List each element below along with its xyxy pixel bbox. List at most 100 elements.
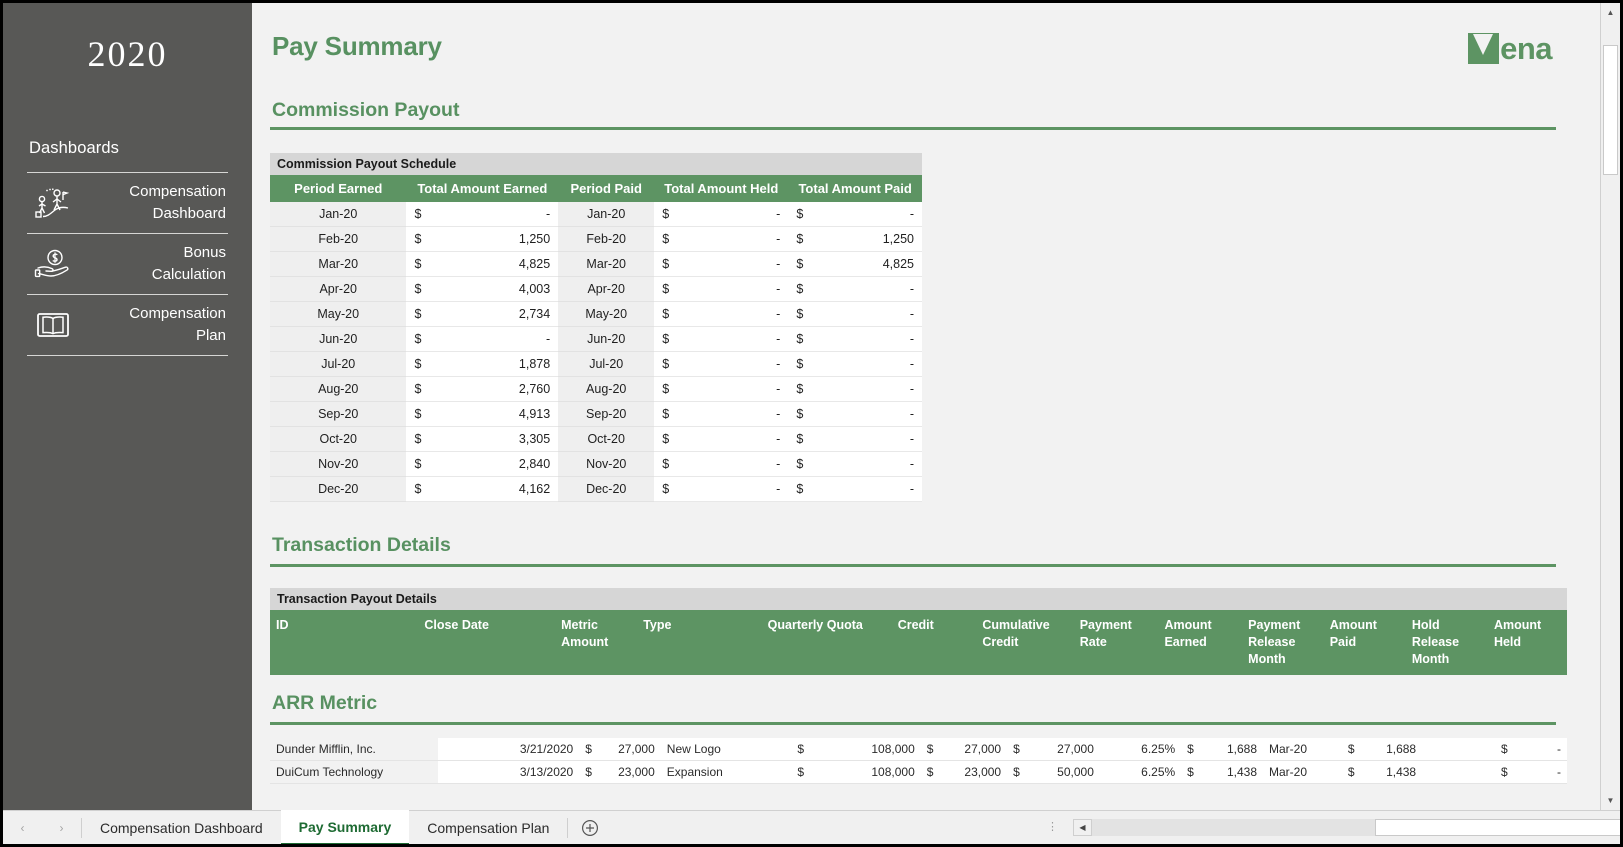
cell-metric-amount[interactable]: $23,000 <box>579 760 661 784</box>
cell-total-amount-paid[interactable]: $ - <box>788 476 922 502</box>
cell-total-amount-earned[interactable]: $ - <box>406 202 559 227</box>
next-sheet-icon[interactable]: › <box>60 821 64 835</box>
cell-period-paid[interactable]: Nov-20 <box>558 451 655 477</box>
vertical-scrollbar-thumb[interactable] <box>1603 45 1618 175</box>
cell-payment-release-month[interactable]: Mar-20 <box>1263 760 1342 784</box>
cell-total-amount-earned[interactable]: $4,003 <box>406 276 559 302</box>
cell-total-amount-earned[interactable]: $2,840 <box>406 451 559 477</box>
cell-period-earned[interactable]: Feb-20 <box>270 226 407 252</box>
cell-cumulative-credit[interactable]: $27,000 <box>1007 738 1100 761</box>
cell-total-amount-paid[interactable]: $ - <box>788 326 922 352</box>
table-row[interactable]: Jan-20 $ - Jan-20 $ - $ - <box>270 202 922 227</box>
col-payment-release-month[interactable]: Payment Release Month <box>1242 610 1324 675</box>
cell-total-amount-earned[interactable]: $1,250 <box>406 226 559 252</box>
table-row[interactable]: Jun-20 $ - Jun-20 $ - $ - <box>270 326 922 352</box>
cell-total-amount-earned[interactable]: $ - <box>406 326 559 352</box>
col-payment-rate[interactable]: Payment Rate <box>1073 610 1159 675</box>
col-close-date[interactable]: Close Date <box>418 610 556 675</box>
cell-total-amount-held[interactable]: $ - <box>654 426 789 452</box>
cell-total-amount-held[interactable]: $ - <box>654 226 789 252</box>
cell-amount-earned[interactable]: $1,438 <box>1181 760 1263 784</box>
worksheet-area[interactable]: Pay Summary ena Commission Payout Commis… <box>252 3 1589 810</box>
cell-period-paid[interactable]: Oct-20 <box>558 426 655 452</box>
table-row[interactable]: Apr-20 $4,003 Apr-20 $ - $ - <box>270 276 922 302</box>
cell-credit[interactable]: $23,000 <box>920 760 1008 784</box>
cell-total-amount-earned[interactable]: $4,825 <box>406 251 559 277</box>
col-period-paid[interactable]: Period Paid <box>558 175 655 202</box>
cell-period-earned[interactable]: Jul-20 <box>270 351 407 377</box>
cell-total-amount-earned[interactable]: $4,162 <box>406 476 559 502</box>
prev-sheet-icon[interactable]: ‹ <box>21 821 25 835</box>
cell-period-earned[interactable]: Jan-20 <box>270 202 407 227</box>
table-row[interactable]: Sep-20 $4,913 Sep-20 $ - $ - <box>270 401 922 427</box>
cell-period-earned[interactable]: Mar-20 <box>270 251 407 277</box>
cell-period-paid[interactable]: Aug-20 <box>558 376 655 402</box>
cell-amount-held[interactable]: $ - <box>1495 738 1567 761</box>
vertical-scrollbar[interactable]: ▲ ▼ <box>1600 3 1620 810</box>
cell-payment-release-month[interactable]: Mar-20 <box>1263 738 1342 761</box>
cell-total-amount-paid[interactable]: $ - <box>788 351 922 377</box>
add-sheet-button[interactable] <box>568 819 612 837</box>
table-row[interactable]: Dec-20 $4,162 Dec-20 $ - $ - <box>270 476 922 502</box>
table-row[interactable]: Oct-20 $3,305 Oct-20 $ - $ - <box>270 426 922 452</box>
cell-total-amount-held[interactable]: $ - <box>654 376 789 402</box>
cell-period-earned[interactable]: Oct-20 <box>270 426 407 452</box>
col-total-amount-paid[interactable]: Total Amount Paid <box>788 175 922 202</box>
cell-total-amount-paid[interactable]: $ - <box>788 276 922 302</box>
cell-total-amount-held[interactable]: $ - <box>654 251 789 277</box>
cell-total-amount-held[interactable]: $ - <box>654 451 789 477</box>
col-amount-paid[interactable]: Amount Paid <box>1323 610 1406 675</box>
cell-hold-release-month[interactable] <box>1422 760 1496 784</box>
horizontal-scrollbar-track[interactable] <box>1092 819 1620 836</box>
horizontal-scrollbar-thumb[interactable] <box>1375 819 1620 836</box>
sheet-tab-pay-summary[interactable]: Pay Summary <box>280 810 410 844</box>
cell-total-amount-paid[interactable]: $ - <box>788 202 922 227</box>
sheet-tab-compensation-plan[interactable]: Compensation Plan <box>409 811 567 844</box>
col-total-amount-held[interactable]: Total Amount Held <box>654 175 789 202</box>
cell-period-paid[interactable]: Feb-20 <box>558 226 655 252</box>
cell-period-earned[interactable]: Jun-20 <box>270 326 407 352</box>
cell-period-paid[interactable]: Jan-20 <box>558 202 655 227</box>
scroll-up-button[interactable]: ▲ <box>1601 3 1620 22</box>
cell-period-paid[interactable]: Dec-20 <box>558 476 655 502</box>
cell-total-amount-held[interactable]: $ - <box>654 202 789 227</box>
sidebar-item-compensation-dashboard[interactable]: Compensation Dashboard <box>27 172 228 233</box>
sidebar-item-bonus-calculation[interactable]: Bonus Calculation <box>27 233 228 294</box>
table-row[interactable]: Aug-20 $2,760 Aug-20 $ - $ - <box>270 376 922 402</box>
cell-total-amount-held[interactable]: $ - <box>654 351 789 377</box>
cell-total-amount-held[interactable]: $ - <box>654 301 789 327</box>
cell-id[interactable]: DuiCum Technology <box>270 760 438 784</box>
cell-quarterly-quota[interactable]: $108,000 <box>791 738 921 761</box>
col-period-earned[interactable]: Period Earned <box>270 175 407 202</box>
scroll-down-button[interactable]: ▼ <box>1601 791 1620 810</box>
cell-total-amount-paid[interactable]: $ - <box>788 376 922 402</box>
scroll-left-button[interactable]: ◀ <box>1073 819 1092 836</box>
sheet-nav-arrows[interactable]: ‹ › <box>3 821 81 835</box>
cell-period-earned[interactable]: May-20 <box>270 301 407 327</box>
col-quarterly-quota[interactable]: Quarterly Quota <box>761 610 892 675</box>
cell-total-amount-held[interactable]: $ - <box>654 276 789 302</box>
cell-close-date[interactable]: 3/13/2020 <box>437 760 580 784</box>
col-cumulative-credit[interactable]: Cumulative Credit <box>976 610 1074 675</box>
cell-total-amount-earned[interactable]: $2,760 <box>406 376 559 402</box>
cell-total-amount-earned[interactable]: $4,913 <box>406 401 559 427</box>
cell-period-earned[interactable]: Dec-20 <box>270 476 407 502</box>
cell-total-amount-held[interactable]: $ - <box>654 476 789 502</box>
cell-type[interactable]: New Logo <box>660 738 792 761</box>
cell-total-amount-paid[interactable]: $ - <box>788 301 922 327</box>
cell-amount-earned[interactable]: $1,688 <box>1181 738 1263 761</box>
cell-total-amount-paid[interactable]: $ - <box>788 451 922 477</box>
col-amount-held[interactable]: Amount Held <box>1487 610 1567 675</box>
tab-split-grip[interactable]: ⋮ <box>1047 822 1059 833</box>
table-row[interactable]: May-20 $2,734 May-20 $ - $ - <box>270 301 922 327</box>
col-amount-earned[interactable]: Amount Earned <box>1158 610 1243 675</box>
cell-total-amount-held[interactable]: $ - <box>654 326 789 352</box>
col-credit[interactable]: Credit <box>891 610 977 675</box>
cell-period-paid[interactable]: May-20 <box>558 301 655 327</box>
cell-credit[interactable]: $27,000 <box>920 738 1008 761</box>
cell-payment-rate[interactable]: 6.25% <box>1099 738 1182 761</box>
table-row[interactable]: Dunder Mifflin, Inc. 3/21/2020 $27,000 New … <box>270 738 1567 761</box>
cell-total-amount-paid[interactable]: $ - <box>788 426 922 452</box>
col-type[interactable]: Type <box>637 610 762 675</box>
cell-total-amount-paid[interactable]: $ - <box>788 401 922 427</box>
